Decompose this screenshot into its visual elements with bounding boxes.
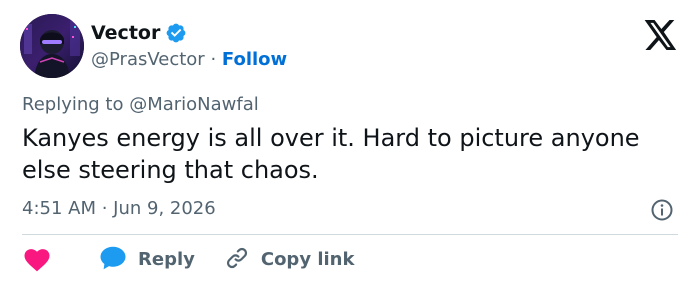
reply-button[interactable]: Reply (98, 244, 195, 276)
reply-label: Reply (138, 249, 195, 270)
tweet-embed: Vector @PrasVector · Follow Replying to … (0, 0, 700, 287)
avatar-image (20, 14, 84, 78)
handle-separator: · (204, 49, 222, 70)
reply-context: Replying to @MarioNawfal (22, 92, 259, 118)
author-handle-row: @PrasVector · Follow (91, 48, 287, 72)
divider (22, 234, 678, 235)
speech-bubble-icon (98, 244, 128, 276)
reply-context-prefix: Replying to (22, 94, 130, 115)
author-display-name[interactable]: Vector (91, 20, 160, 46)
x-logo-icon[interactable] (644, 20, 678, 50)
tweet-text: Kanyes energy is all over it. Hard to pi… (22, 124, 640, 184)
author-handle[interactable]: @PrasVector (91, 49, 205, 70)
follow-button[interactable]: Follow (222, 49, 287, 70)
copy-link-button[interactable]: Copy link (225, 246, 355, 274)
tweet-timestamp[interactable]: 4:51 AM · Jun 9, 2026 (22, 196, 216, 222)
heart-icon (22, 245, 52, 275)
like-button[interactable] (22, 245, 52, 275)
info-icon[interactable] (650, 198, 674, 222)
author-name-row: Vector (91, 20, 187, 46)
copy-link-label: Copy link (260, 249, 355, 270)
link-icon (225, 246, 249, 274)
action-bar: Reply Copy link (22, 245, 354, 275)
reply-context-target[interactable]: @MarioNawfal (129, 94, 259, 115)
verified-badge-icon (165, 22, 187, 44)
avatar[interactable] (20, 14, 84, 78)
